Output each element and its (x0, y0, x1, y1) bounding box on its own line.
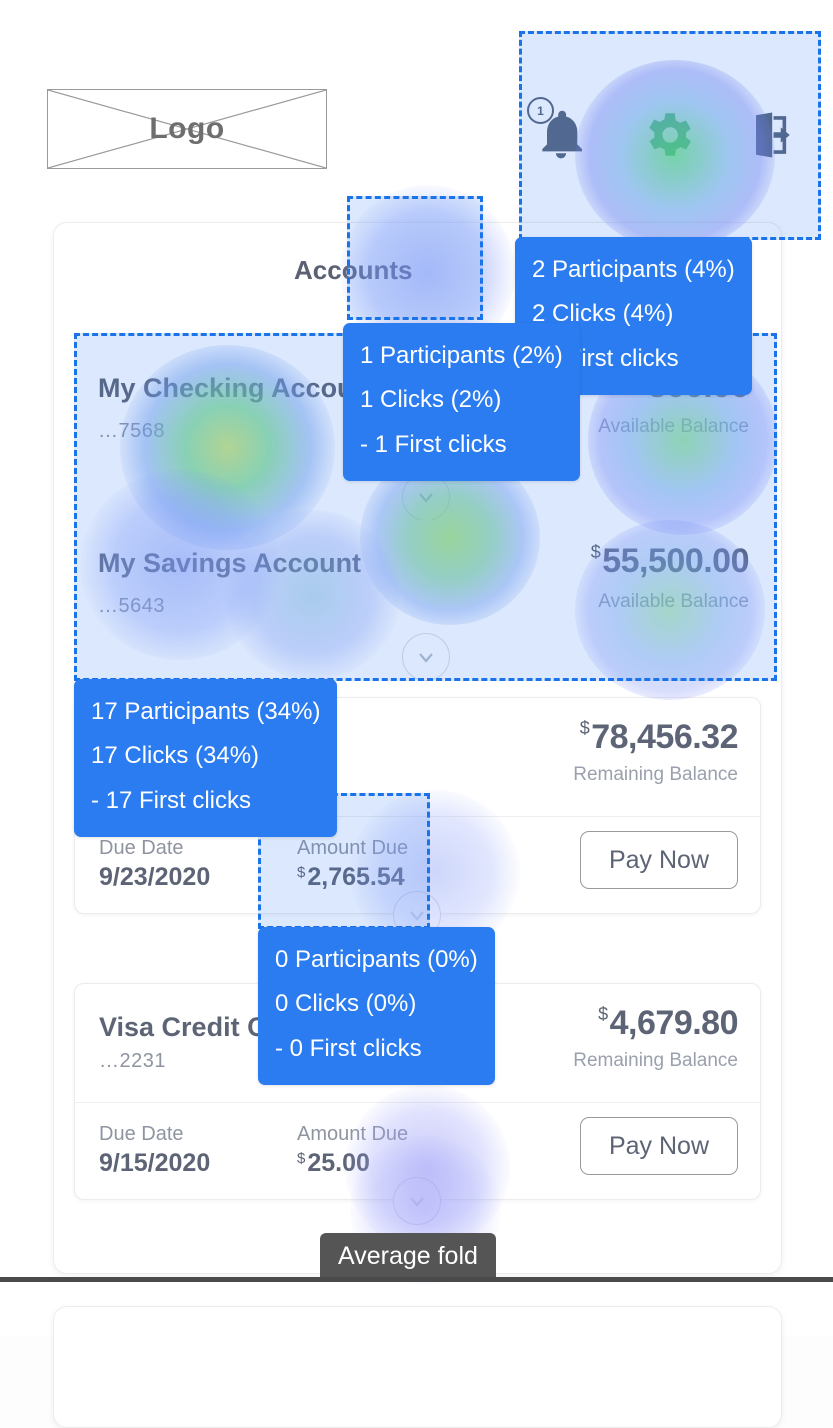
currency-symbol: $ (598, 1004, 608, 1024)
average-fold-line (0, 1277, 833, 1282)
tooltip-participants: 17 Participants (34%) (91, 698, 321, 725)
amount-due-value: $25.00 (297, 1149, 370, 1178)
below-fold-card (53, 1306, 782, 1428)
tooltip-first-clicks: - 0 First clicks (275, 1034, 422, 1062)
pay-now-button[interactable]: Pay Now (580, 831, 738, 889)
chevron-down-icon (410, 1197, 424, 1207)
logo-placeholder: Logo (47, 89, 327, 169)
expand-chevron-icon[interactable] (393, 1177, 441, 1225)
card-balance: $78,456.32 (579, 718, 739, 757)
due-date-value: 9/15/2020 (99, 1149, 211, 1177)
tooltip-participants: 1 Participants (2%) (360, 342, 563, 369)
balance-value: 78,456.32 (591, 718, 738, 756)
tooltip-clicks: 1 Clicks (2%) (360, 386, 502, 414)
tooltip-first-clicks: - 17 First clicks (91, 786, 252, 814)
average-fold-badge: Average fold (320, 1233, 496, 1279)
tooltip-accounts-title: 1 Participants (2%) 1 Clicks (2%) - 1 Fi… (343, 323, 580, 482)
tooltip-participants: 2 Participants (4%) (532, 256, 735, 283)
selection-box-accounts-title[interactable] (347, 196, 483, 320)
balance-value: 4,679.80 (609, 1004, 739, 1042)
tooltip-participants: 0 Participants (0%) (275, 946, 478, 973)
logo-label: Logo (149, 112, 225, 145)
amount-due-number: 25.00 (307, 1149, 370, 1177)
tooltip-amount-due: 0 Participants (0%) 0 Clicks (0%) - 0 Fi… (258, 927, 495, 1086)
currency-symbol: $ (579, 718, 590, 738)
amount-due-label: Amount Due (297, 1123, 409, 1145)
card-balance-label: Remaining Balance (573, 764, 738, 785)
due-date-label: Due Date (99, 1123, 184, 1145)
tooltip-account-list: 17 Participants (34%) 17 Clicks (34%) - … (74, 679, 338, 838)
due-date-label: Due Date (99, 837, 184, 859)
currency-symbol: $ (297, 1150, 306, 1167)
tooltip-clicks: 0 Clicks (0%) (275, 990, 417, 1018)
card-balance-label: Remaining Balance (573, 1050, 738, 1071)
pay-now-button[interactable]: Pay Now (580, 1117, 738, 1175)
card-number: …2231 (99, 1050, 166, 1072)
page-root: Logo 1 Accounts My Checking Account …756… (0, 0, 833, 1428)
tooltip-first-clicks: - 1 First clicks (360, 430, 507, 458)
tooltip-clicks: 17 Clicks (34%) (91, 742, 260, 770)
due-date-value: 9/23/2020 (99, 863, 211, 891)
selection-box-header-icons[interactable] (519, 31, 821, 240)
card-balance: $4,679.80 (598, 1004, 738, 1043)
